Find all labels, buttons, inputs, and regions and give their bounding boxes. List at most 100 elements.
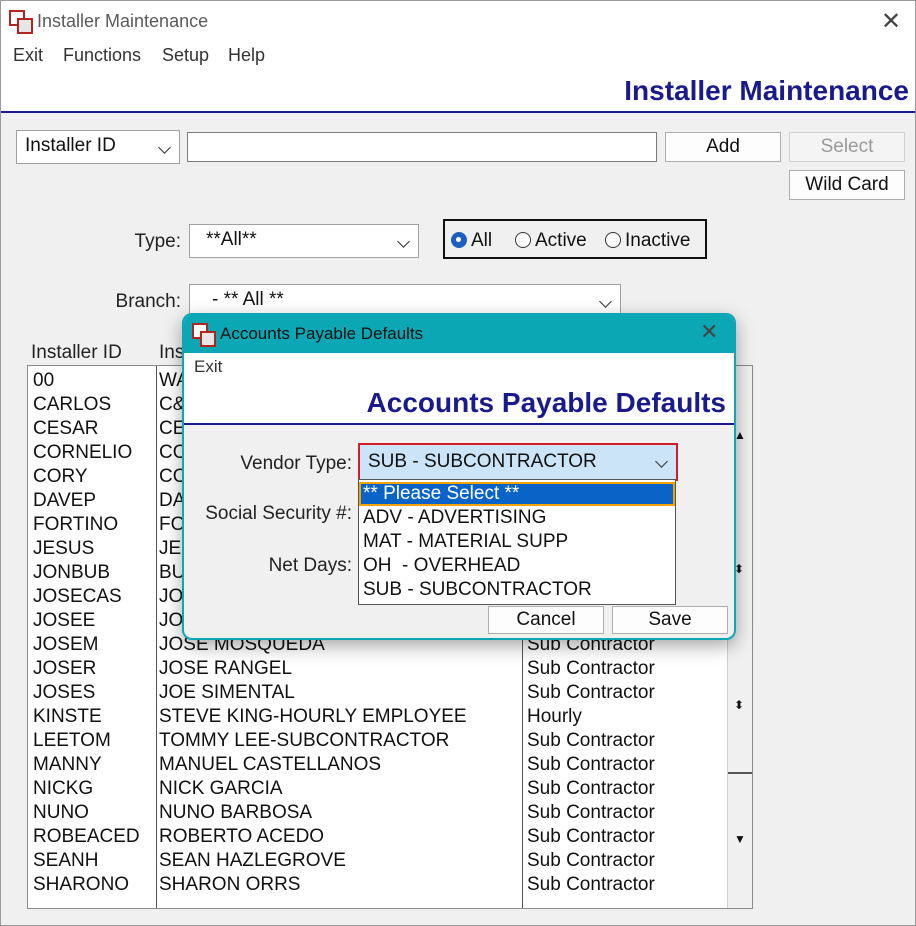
cell-installer-id: CARLOS xyxy=(33,394,112,415)
dialog-menu-bar: Exit xyxy=(184,353,734,381)
table-row[interactable]: MANNY MANUEL CASTELLANOS Sub Contractor xyxy=(28,752,728,776)
type-select[interactable]: **All** xyxy=(189,224,419,258)
table-row[interactable]: KINSTE STEVE KING-HOURLY EMPLOYEE Hourly xyxy=(28,704,728,728)
save-button[interactable]: Save xyxy=(612,606,728,634)
dropdown-option-label: ** Please Select ** xyxy=(363,483,520,504)
cancel-button[interactable]: Cancel xyxy=(488,606,604,634)
type-label: Type: xyxy=(134,231,181,252)
dropdown-option-label: OH - OVERHEAD xyxy=(363,555,521,576)
dropdown-option-label: MAT - MATERIAL SUPP xyxy=(363,531,569,552)
scroll-down-icon[interactable]: ▼ xyxy=(734,832,746,846)
cell-installer-type: Sub Contractor xyxy=(527,658,655,679)
select-button[interactable]: Select xyxy=(789,132,905,162)
vendor-type-label: Vendor Type: xyxy=(240,453,352,474)
table-row[interactable]: SHARONO SHARON ORRS Sub Contractor xyxy=(28,872,728,896)
dialog-close-icon[interactable]: ✕ xyxy=(700,319,718,345)
cell-installer-type: Sub Contractor xyxy=(527,754,655,775)
dropdown-option[interactable]: ADV - ADVERTISING xyxy=(359,506,675,530)
title-bar: Installer Maintenance ✕ xyxy=(1,1,915,41)
menu-setup[interactable]: Setup xyxy=(162,45,209,66)
cancel-button-label: Cancel xyxy=(516,609,576,630)
cell-installer-id: KINSTE xyxy=(33,706,102,727)
cell-installer-id: JOSER xyxy=(33,658,97,679)
menu-bar: Exit Functions Setup Help xyxy=(1,41,915,69)
table-row[interactable]: ROBEACED ROBERTO ACEDO Sub Contractor xyxy=(28,824,728,848)
cell-installer-name: JO xyxy=(159,586,184,607)
cell-installer-id: MANNY xyxy=(33,754,102,775)
cell-installer-name: JO xyxy=(159,610,184,631)
cell-installer-type: Sub Contractor xyxy=(527,682,655,703)
dropdown-option[interactable]: ** Please Select ** xyxy=(359,482,675,506)
chevron-down-icon xyxy=(158,141,171,154)
table-row[interactable]: JOSER JOSE RANGEL Sub Contractor xyxy=(28,656,728,680)
radio-all-label: All xyxy=(471,230,493,251)
dropdown-option[interactable]: OH - OVERHEAD xyxy=(359,554,675,578)
type-select-value: **All** xyxy=(206,229,257,250)
ssn-label: Social Security #: xyxy=(205,503,352,524)
search-field-value: Installer ID xyxy=(25,135,116,156)
menu-exit[interactable]: Exit xyxy=(13,45,43,66)
dialog-menu-exit[interactable]: Exit xyxy=(194,357,222,377)
table-row[interactable]: NICKG NICK GARCIA Sub Contractor xyxy=(28,776,728,800)
table-row[interactable]: JOSES JOE SIMENTAL Sub Contractor xyxy=(28,680,728,704)
cell-installer-id: CORY xyxy=(33,466,88,487)
dropdown-option-label: SUB - SUBCONTRACTOR xyxy=(363,579,592,600)
search-field-select[interactable]: Installer ID xyxy=(16,130,180,164)
status-radio-group: All Active Inactive xyxy=(443,219,707,259)
cell-installer-type: Sub Contractor xyxy=(527,730,655,751)
menu-help[interactable]: Help xyxy=(228,45,265,66)
cell-installer-name: JOSE RANGEL xyxy=(159,658,293,679)
cell-installer-id: JONBUB xyxy=(33,562,111,583)
branch-select-value: - ** All ** xyxy=(212,289,284,310)
radio-all[interactable]: All xyxy=(451,230,492,252)
cell-installer-type: Sub Contractor xyxy=(527,778,655,799)
vendor-type-value: SUB - SUBCONTRACTOR xyxy=(368,451,597,472)
radio-active-label: Active xyxy=(535,230,587,251)
vendor-type-dropdown[interactable]: ** Please Select ** ADV - ADVERTISING MA… xyxy=(358,479,676,605)
cell-installer-name: SHARON ORRS xyxy=(159,874,301,895)
cell-installer-id: JOSEM xyxy=(33,634,99,655)
cell-installer-id: 00 xyxy=(33,370,55,391)
wild-card-button[interactable]: Wild Card xyxy=(789,170,905,200)
cell-installer-id: JOSES xyxy=(33,682,96,703)
dropdown-option-label: ADV - ADVERTISING xyxy=(363,507,547,528)
radio-active[interactable]: Active xyxy=(515,230,587,252)
cell-installer-id: CESAR xyxy=(33,418,99,439)
radio-unselected-icon xyxy=(515,232,531,248)
cell-installer-name: NICK GARCIA xyxy=(159,778,283,799)
radio-inactive[interactable]: Inactive xyxy=(605,230,690,252)
close-icon[interactable]: ✕ xyxy=(881,7,901,36)
dialog-title-bar: Accounts Payable Defaults ✕ xyxy=(184,315,734,353)
scroll-page-down-icon[interactable]: ⬍ xyxy=(734,698,744,712)
menu-functions[interactable]: Functions xyxy=(63,45,141,66)
add-button[interactable]: Add xyxy=(665,132,781,162)
cell-installer-name: STEVE KING-HOURLY EMPLOYEE xyxy=(159,706,467,727)
window-title: Installer Maintenance xyxy=(37,11,209,31)
page-title: Installer Maintenance xyxy=(624,75,909,106)
table-row[interactable]: SEANH SEAN HAZLEGROVE Sub Contractor xyxy=(28,848,728,872)
dropdown-option[interactable]: MAT - MATERIAL SUPP xyxy=(359,530,675,554)
cell-installer-name: JOE SIMENTAL xyxy=(159,682,295,703)
column-header-name[interactable]: Ins xyxy=(159,342,184,364)
cell-installer-id: SHARONO xyxy=(33,874,130,895)
branch-label: Branch: xyxy=(115,291,181,312)
cell-installer-name: NUNO BARBOSA xyxy=(159,802,313,823)
radio-inactive-label: Inactive xyxy=(625,230,691,251)
scroll-thumb-edge xyxy=(728,772,752,774)
search-input[interactable] xyxy=(187,132,657,162)
vendor-type-select[interactable]: SUB - SUBCONTRACTOR xyxy=(358,443,678,481)
cell-installer-name: SEAN HAZLEGROVE xyxy=(159,850,346,871)
cell-installer-id: CORNELIO xyxy=(33,442,133,463)
cell-installer-name: ROBERTO ACEDO xyxy=(159,826,325,847)
table-row[interactable]: NUNO NUNO BARBOSA Sub Contractor xyxy=(28,800,728,824)
column-header-installer-id[interactable]: Installer ID xyxy=(31,342,122,364)
app-icon xyxy=(192,323,216,347)
table-row[interactable]: LEETOM TOMMY LEE-SUBCONTRACTOR Sub Contrac… xyxy=(28,728,728,752)
cell-installer-id: JESUS xyxy=(33,538,95,559)
cell-installer-id: NUNO xyxy=(33,802,89,823)
cell-installer-name: JE xyxy=(159,538,182,559)
save-button-label: Save xyxy=(648,609,692,630)
dropdown-option[interactable]: SUB - SUBCONTRACTOR xyxy=(359,578,675,602)
add-button-label: Add xyxy=(706,136,740,157)
radio-unselected-icon xyxy=(605,232,621,248)
